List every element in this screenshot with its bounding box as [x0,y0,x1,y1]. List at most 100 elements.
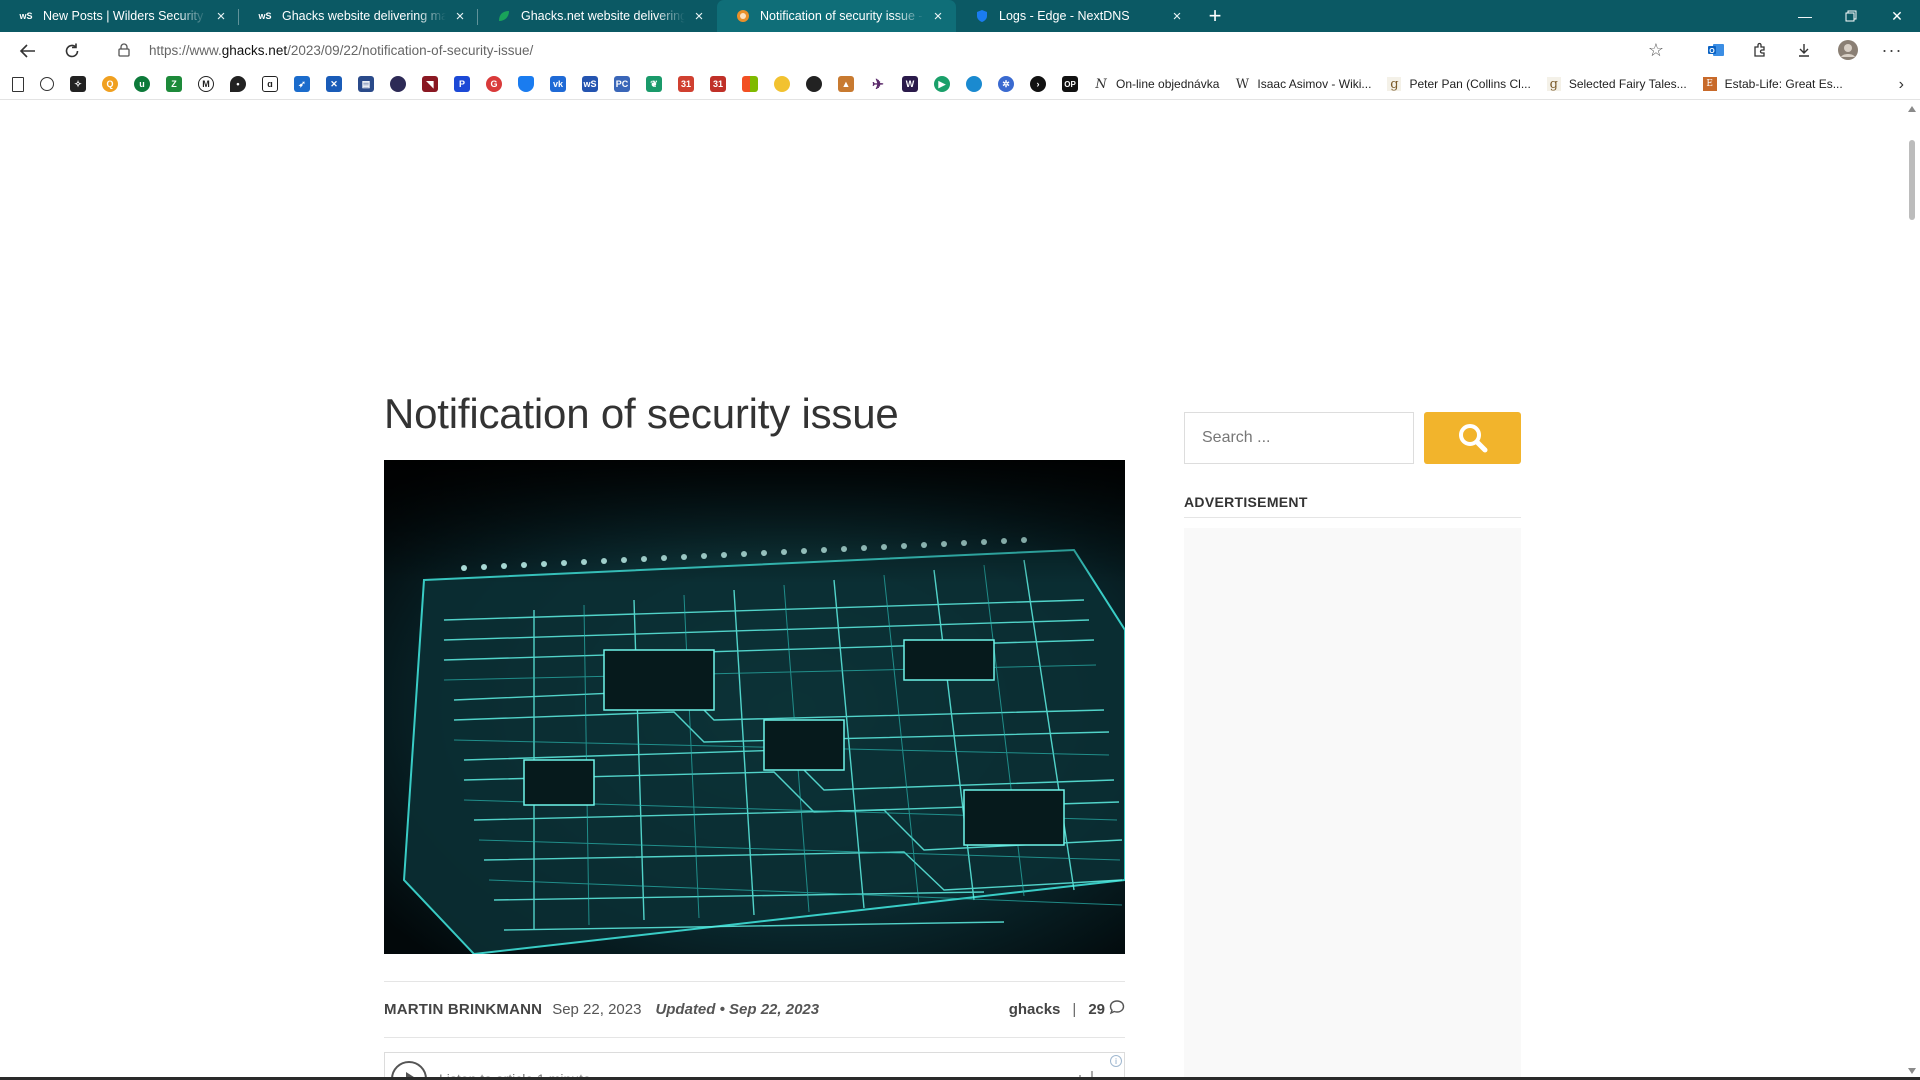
calendar-icon[interactable]: 31 [678,76,694,92]
bookmark-estab-life[interactable]: E Estab-Life: Great Es... [1702,77,1843,91]
chart-icon[interactable]: ▤ [358,76,374,92]
tab-notification-security[interactable]: Notification of security issue - gHacks … [717,0,956,32]
category-link[interactable]: ghacks [1009,1001,1061,1018]
wilders-icon: wS [258,11,272,21]
globe-icon[interactable] [966,76,982,92]
scrollbar-thumb[interactable] [1909,140,1915,220]
pin-icon[interactable]: • [230,76,246,92]
audio-player: Listen to article 1 minute i [384,1052,1125,1080]
n-icon: N [1095,76,1107,92]
play-icon[interactable]: ▶ [934,76,950,92]
url-text[interactable]: https://www.ghacks.net/2023/09/22/notifi… [149,43,533,58]
refresh-button[interactable] [54,35,90,67]
bulb-icon[interactable] [774,76,790,92]
page-scrollbar[interactable] [1904,100,1920,1080]
toolbar-extensions: O ··· [1694,34,1914,66]
bookmark-fairy-tales[interactable]: g Selected Fairy Tales... [1546,77,1687,92]
tab-wilders-ghacks-malware[interactable]: wS Ghacks website delivering malware × [239,0,478,32]
g-icon[interactable]: G [486,76,502,92]
close-icon[interactable]: × [930,8,946,25]
settings-icon[interactable]: ✲ [998,76,1014,92]
tab-wilders-new-posts[interactable]: wS New Posts | Wilders Security Forums × [0,0,239,32]
article-title: Notification of security issue [384,390,899,437]
tab-nextdns-logs[interactable]: Logs - Edge - NextDNS × [956,0,1195,32]
hero-image-circuit-board [384,460,1125,954]
meta-right: ghacks | 29 [1009,999,1125,1019]
close-icon[interactable]: × [213,8,229,25]
close-icon[interactable]: × [452,8,468,25]
divider [384,1037,1125,1038]
address-field[interactable]: https://www.ghacks.net/2023/09/22/notifi… [103,34,1676,66]
minimize-button[interactable]: — [1782,0,1828,32]
search-placeholder: Search ... [1202,429,1271,446]
x-icon[interactable]: ✕ [326,76,342,92]
author-link[interactable]: MARTIN BRINKMANN [384,1001,542,1018]
info-icon[interactable]: i [1110,1055,1122,1067]
restore-button[interactable] [1828,0,1874,32]
tab-title: Ghacks.net website delivering malware [521,9,685,23]
tab-title: New Posts | Wilders Security Forums [43,9,207,23]
arrow-right-icon[interactable]: › [1030,76,1046,92]
chevron-right-icon[interactable]: › [1899,76,1904,94]
tools-icon[interactable]: ✧ [70,76,86,92]
book-icon: E [1702,77,1717,91]
crop-icon[interactable]: ɑ [262,76,278,92]
extensions-puzzle-icon[interactable] [1738,34,1782,66]
scroll-down-icon[interactable] [1908,1068,1916,1074]
github-icon[interactable] [806,76,822,92]
circle-icon[interactable] [390,76,406,92]
tab-strip: wS New Posts | Wilders Security Forums ×… [0,0,1920,32]
search-input[interactable]: Search ... [1184,412,1414,464]
profile-avatar[interactable] [1826,34,1870,66]
close-icon[interactable]: × [691,8,707,25]
lock-icon[interactable] [117,42,131,58]
p-icon[interactable]: P [454,76,470,92]
article-meta: MARTIN BRINKMANN Sep 22, 2023 Updated • … [384,999,1125,1019]
tab-title: Notification of security issue - gHacks [760,9,924,23]
scroll-up-icon[interactable] [1908,106,1916,112]
web-page: Notification of security issue MARTIN BR… [0,100,1904,1080]
shield-icon[interactable] [518,76,534,92]
w-icon[interactable]: W [902,76,918,92]
search-button[interactable] [1424,412,1521,464]
download-icon[interactable] [1782,34,1826,66]
bookmark-online-objednavka[interactable]: N On-line objednávka [1094,76,1219,92]
tab-title: Ghacks website delivering malware [282,9,446,23]
advertisement-box [1184,528,1521,1080]
history-icon[interactable] [40,77,54,91]
back-button[interactable] [10,35,46,67]
u-icon[interactable]: u [134,76,150,92]
bookmark-label: Selected Fairy Tales... [1568,77,1687,91]
tab-ghacks-malware[interactable]: Ghacks.net website delivering malware × [478,0,717,32]
outlook-icon[interactable]: O [1694,34,1738,66]
calendar2-icon[interactable]: 31 [710,76,726,92]
advertisement-label: ADVERTISEMENT [1184,494,1308,510]
pc-icon[interactable]: PC [614,76,630,92]
tree-icon[interactable]: ❦ [646,76,662,92]
plane-icon[interactable]: ✈ [870,76,886,92]
ghacks-icon [735,8,751,24]
ms-icon[interactable] [742,76,758,92]
page-icon[interactable] [12,76,24,92]
close-icon[interactable]: × [1169,8,1185,25]
goodreads-icon: g [1546,77,1561,92]
vk-icon[interactable]: vk [550,76,566,92]
bookmark-peter-pan[interactable]: g Peter Pan (Collins Cl... [1387,77,1531,92]
close-window-button[interactable]: ✕ [1874,0,1920,32]
favorite-star-icon[interactable]: ☆ [1648,40,1664,61]
comment-icon[interactable] [1109,999,1125,1019]
bookmark-isaac-asimov[interactable]: W Isaac Asimov - Wiki... [1235,77,1372,92]
ws-icon[interactable]: wS [582,76,598,92]
new-tab-button[interactable]: + [1199,0,1231,32]
more-menu-icon[interactable]: ··· [1870,34,1914,66]
circuit-board-image [384,460,1125,954]
m-icon[interactable]: M [198,76,214,92]
search-icon[interactable]: Q [102,76,118,92]
search-icon [1458,424,1487,453]
mail-icon[interactable]: ◥ [422,76,438,92]
photo-icon[interactable]: ▲ [838,76,854,92]
z-icon[interactable]: Z [166,76,182,92]
op-icon[interactable]: OP [1062,76,1078,92]
comment-count[interactable]: 29 [1088,1001,1105,1018]
arrow-icon[interactable]: ➶ [294,76,310,92]
